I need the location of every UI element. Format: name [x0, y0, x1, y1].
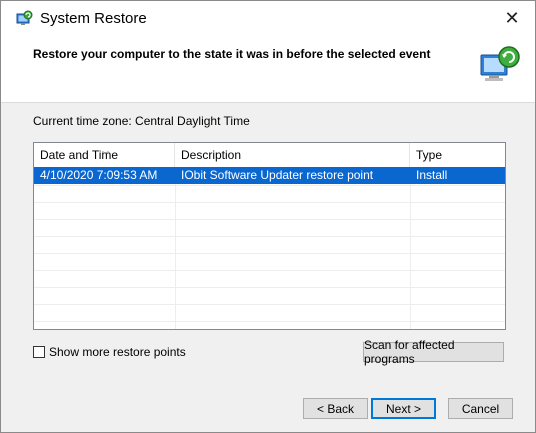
- system-restore-window: System Restore ✕ Restore your computer t…: [0, 0, 536, 433]
- grid-row-line: [34, 202, 505, 203]
- cell-type: Install: [416, 168, 448, 182]
- show-more-checkbox[interactable]: [33, 346, 45, 358]
- column-header-description[interactable]: Description: [175, 143, 410, 167]
- grid-row-line: [34, 185, 505, 186]
- title-bar[interactable]: System Restore ✕: [1, 1, 535, 35]
- sort-arrow-icon: ﹀: [102, 152, 109, 159]
- restore-points-list[interactable]: Date and Time ﹀ Description Type 4/10/20…: [33, 142, 506, 330]
- cancel-button[interactable]: Cancel: [448, 398, 513, 419]
- close-icon: ✕: [504, 7, 520, 28]
- grid-row-line: [34, 253, 505, 254]
- show-more-label: Show more restore points: [49, 345, 186, 359]
- restore-header-icon: [477, 43, 521, 87]
- grid-row-line: [34, 219, 505, 220]
- system-restore-icon: [15, 10, 33, 28]
- wizard-header: Restore your computer to the state it wa…: [1, 35, 535, 103]
- grid-row-line: [34, 287, 505, 288]
- window-title: System Restore: [40, 10, 147, 27]
- grid-row-line: [34, 304, 505, 305]
- show-more-restore-points[interactable]: Show more restore points: [33, 345, 186, 359]
- cell-description: IObit Software Updater restore point: [181, 168, 374, 182]
- cell-date: 4/10/2020 7:09:53 AM: [40, 168, 158, 182]
- grid-row-line: [34, 236, 505, 237]
- close-button[interactable]: ✕: [489, 1, 535, 35]
- table-row[interactable]: 4/10/2020 7:09:53 AM IObit Software Upda…: [34, 167, 505, 184]
- grid-row-line: [34, 270, 505, 271]
- header-title: Restore your computer to the state it wa…: [33, 47, 431, 61]
- column-header-description-label: Description: [181, 148, 242, 162]
- timezone-label: Current time zone: Central Daylight Time: [33, 114, 250, 128]
- list-header: Date and Time ﹀ Description Type: [34, 143, 505, 168]
- grid-row-line: [34, 321, 505, 322]
- scan-affected-programs-button[interactable]: Scan for affected programs: [363, 338, 504, 366]
- column-header-date[interactable]: Date and Time ﹀: [34, 143, 175, 167]
- column-header-type[interactable]: Type: [410, 143, 505, 167]
- column-header-type-label: Type: [416, 148, 443, 162]
- back-button[interactable]: < Back: [303, 398, 368, 419]
- next-button[interactable]: Next >: [371, 398, 436, 419]
